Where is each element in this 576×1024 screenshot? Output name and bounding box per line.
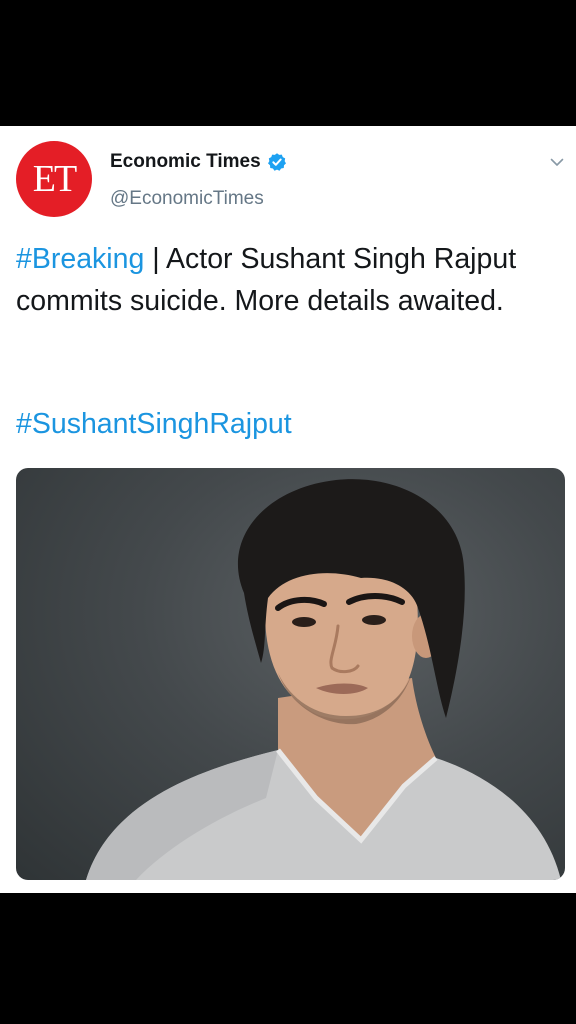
tweet-card[interactable]: ET Economic Times @EconomicTimes #Breaki… [0,126,576,893]
top-black-bar [0,0,576,126]
right-eye [362,615,386,625]
author-handle[interactable]: @EconomicTimes [110,188,264,210]
portrait-illustration [86,479,561,880]
et-logo: ET [33,158,79,200]
tweet-text: #Breaking | Actor Sushant Singh Rajput c… [16,238,561,322]
author-name-row[interactable]: Economic Times [110,150,287,174]
verified-badge-icon [267,153,286,171]
hashtag-sushant-singh-rajput[interactable]: #SushantSinghRajput [16,403,292,445]
display-name[interactable]: Economic Times [110,151,261,173]
left-eye [292,617,316,627]
svg-text:ET: ET [33,158,77,200]
hashtag-breaking[interactable]: #Breaking [16,243,144,275]
bottom-black-bar [0,893,576,1024]
tweet-photo[interactable] [16,468,565,880]
avatar[interactable]: ET [16,141,92,217]
chevron-down-icon[interactable] [549,154,565,170]
